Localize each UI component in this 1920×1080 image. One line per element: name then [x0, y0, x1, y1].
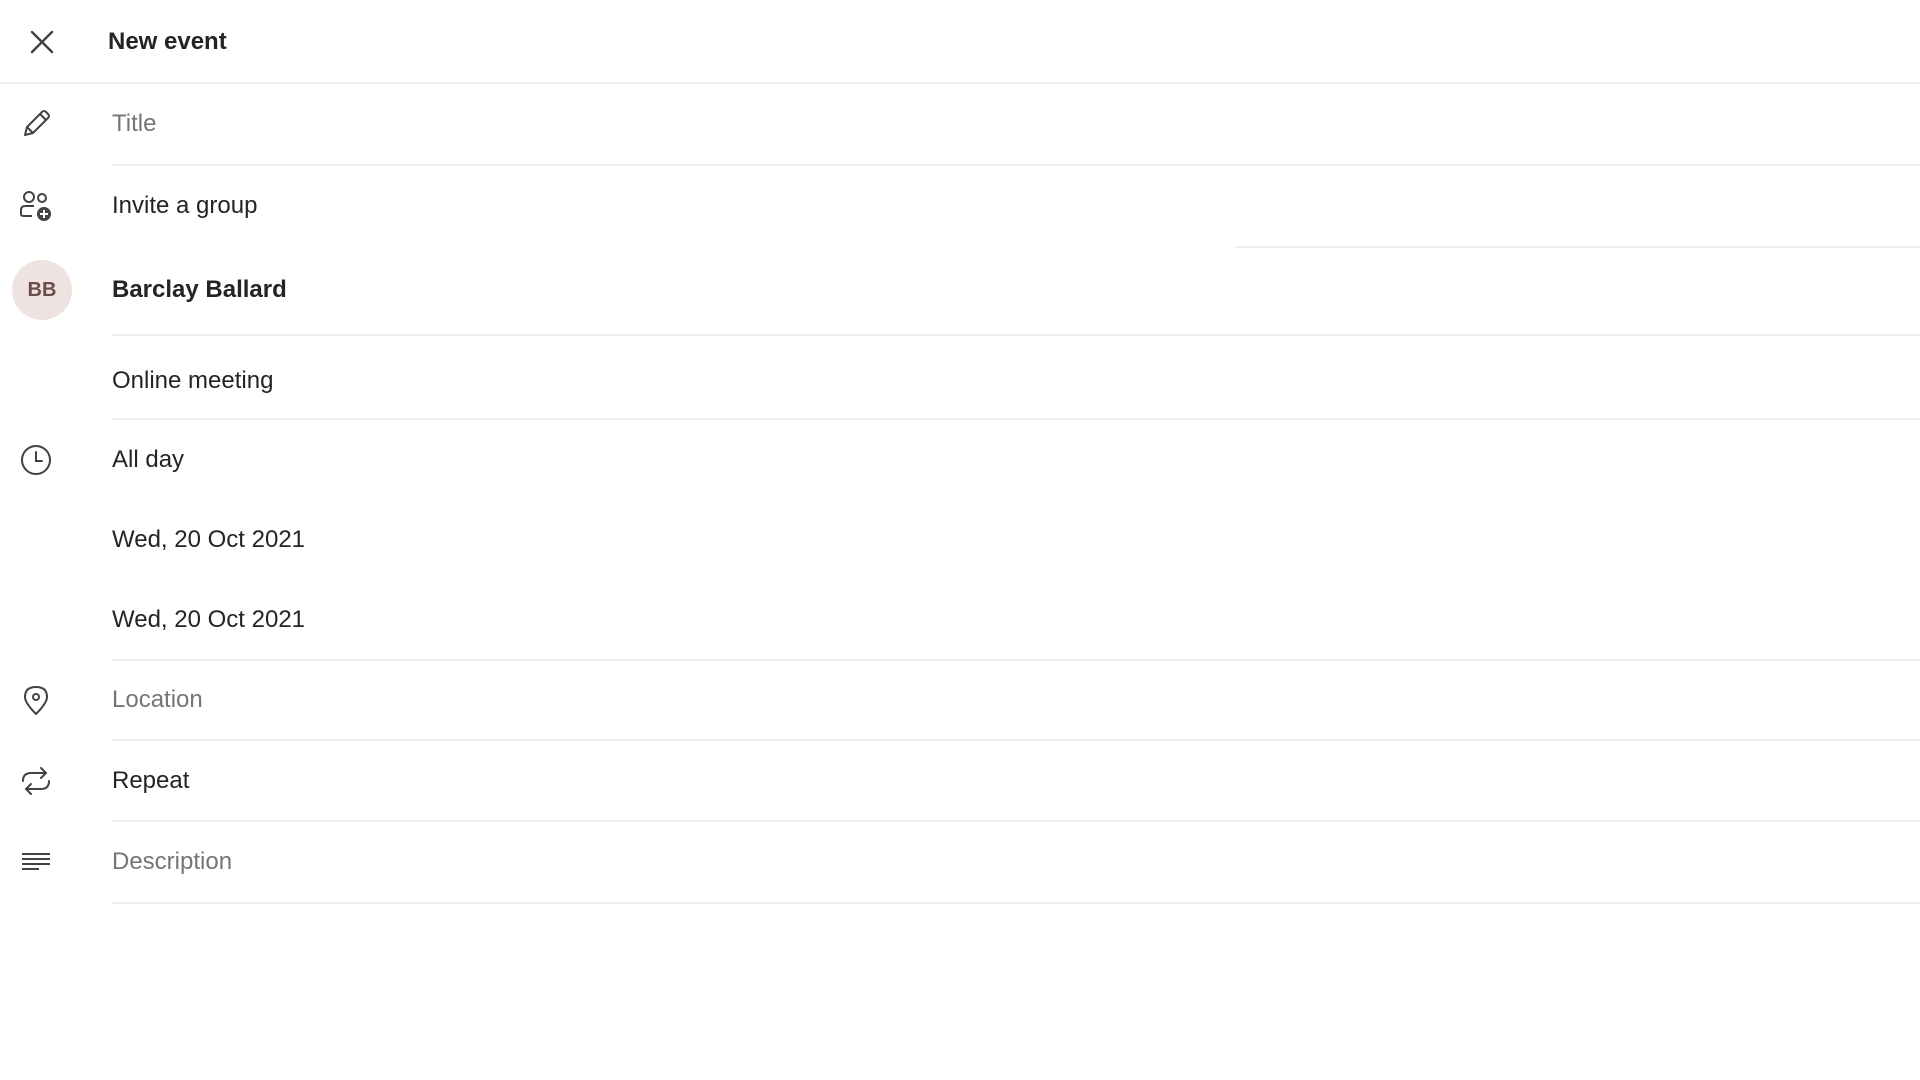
invite-divider	[1236, 246, 1920, 248]
location-divider	[112, 739, 1920, 741]
location-row	[0, 680, 1920, 720]
end-date-row: Wed, 20 Oct 2021	[0, 600, 1920, 640]
start-date-row: Wed, 20 Oct 2021	[0, 520, 1920, 560]
attendee-divider	[112, 334, 1920, 336]
invite-group-field[interactable]: Invite a group	[112, 190, 1920, 222]
repeat-icon	[16, 761, 56, 801]
close-icon	[30, 30, 54, 54]
repeat-row: Repeat	[0, 761, 1920, 801]
pencil-icon	[16, 104, 56, 144]
location-pin-icon	[16, 680, 56, 720]
attendee-name: Barclay Ballard	[112, 276, 287, 303]
location-input[interactable]	[112, 684, 1920, 716]
attendee-row[interactable]: BB Barclay Ballard	[0, 260, 1920, 320]
text-lines-icon	[16, 842, 56, 882]
description-divider	[112, 902, 1920, 904]
avatar: BB	[12, 260, 72, 320]
title-divider	[112, 164, 1920, 166]
close-button[interactable]	[22, 22, 62, 62]
description-input[interactable]	[112, 846, 1920, 878]
clock-icon	[16, 440, 56, 480]
header-bar: New event	[0, 0, 1920, 84]
repeat-selector[interactable]: Repeat	[112, 765, 1920, 797]
invite-row: Invite a group	[0, 186, 1920, 226]
people-add-icon	[16, 186, 56, 226]
all-day-row: All day	[0, 440, 1920, 480]
title-input[interactable]	[112, 108, 1920, 140]
date-divider	[112, 659, 1920, 661]
title-row	[0, 104, 1920, 144]
new-event-page: New event Invite a group	[0, 0, 1920, 1080]
description-row	[0, 842, 1920, 882]
start-date-picker[interactable]: Wed, 20 Oct 2021	[112, 524, 1920, 556]
repeat-divider	[112, 820, 1920, 822]
online-meeting-toggle[interactable]: Online meeting	[112, 365, 1920, 397]
online-meeting-divider	[112, 418, 1920, 420]
online-meeting-row: Online meeting	[0, 361, 1920, 401]
end-date-picker[interactable]: Wed, 20 Oct 2021	[112, 604, 1920, 636]
page-title: New event	[108, 28, 227, 55]
all-day-toggle[interactable]: All day	[112, 444, 1920, 476]
